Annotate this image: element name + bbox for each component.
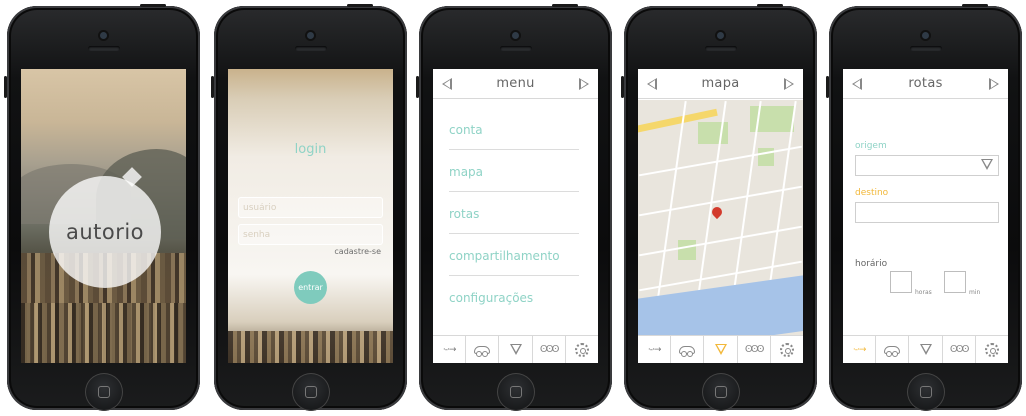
- left-triangle-icon[interactable]: [442, 78, 452, 90]
- speaker: [295, 46, 327, 51]
- funnel-icon: [981, 159, 993, 170]
- destination-input[interactable]: [855, 202, 999, 223]
- phone-splash: autorio: [4, 4, 200, 411]
- menu-item-mapa[interactable]: mapa: [449, 152, 579, 192]
- origin-dropdown[interactable]: [855, 155, 999, 176]
- car-icon: [679, 345, 696, 357]
- funnel-icon: [714, 344, 727, 355]
- tab-settings[interactable]: [976, 336, 1008, 363]
- tab-share[interactable]: ʘʘʘ: [943, 336, 976, 363]
- tab-bar: ·-·→ ʘʘʘ: [638, 335, 803, 363]
- people-icon: ʘʘʘ: [539, 344, 560, 355]
- minutes-input[interactable]: [944, 271, 966, 293]
- location-pin-icon[interactable]: [709, 204, 725, 220]
- left-triangle-icon[interactable]: [647, 78, 657, 90]
- right-triangle-icon[interactable]: [579, 78, 589, 90]
- menu-item-conta[interactable]: conta: [449, 110, 579, 150]
- password-input[interactable]: [238, 224, 383, 245]
- login-title: login: [294, 142, 327, 157]
- arrow-dots-icon: ·-·→: [442, 344, 456, 355]
- arrow-dots-icon: ·-·→: [647, 344, 661, 355]
- people-icon: ʘʘʘ: [744, 344, 765, 355]
- login-screen: login cadastre-se entrar: [228, 69, 393, 363]
- camera: [100, 32, 107, 39]
- home-button[interactable]: [497, 373, 535, 411]
- tab-share[interactable]: ʘʘʘ: [738, 336, 771, 363]
- tab-settings[interactable]: [566, 336, 598, 363]
- tab-bar: ·-·→ ʘʘʘ: [843, 335, 1008, 363]
- tab-car[interactable]: [466, 336, 500, 363]
- gear-icon: [574, 342, 589, 357]
- page-title: rotas: [908, 76, 943, 91]
- map-view[interactable]: [638, 100, 803, 335]
- origin-label: origem: [855, 141, 887, 151]
- time-label: horário: [855, 259, 888, 269]
- header: rotas: [843, 69, 1008, 99]
- speaker: [705, 46, 737, 51]
- funnel-icon: [919, 344, 932, 355]
- tab-filter[interactable]: [499, 336, 533, 363]
- hours-label: horas: [915, 289, 932, 296]
- phone-menu: menu conta mapa rotas compartilhamento c…: [416, 4, 612, 411]
- menu-item-compartilhamento[interactable]: compartilhamento: [449, 236, 579, 276]
- header: menu: [433, 69, 598, 99]
- left-triangle-icon[interactable]: [852, 78, 862, 90]
- phone-routes: rotas origem destino horário horas min ·…: [826, 4, 1022, 411]
- tab-share[interactable]: ʘʘʘ: [533, 336, 566, 363]
- car-icon: [474, 345, 491, 357]
- page-title: mapa: [701, 76, 740, 91]
- logo-badge: autorio: [49, 176, 161, 288]
- camera: [512, 32, 519, 39]
- home-button[interactable]: [702, 373, 740, 411]
- header: mapa: [638, 69, 803, 99]
- camera: [307, 32, 314, 39]
- gear-icon: [779, 342, 794, 357]
- register-link[interactable]: cadastre-se: [334, 247, 381, 256]
- tab-car[interactable]: [876, 336, 910, 363]
- tab-filter[interactable]: [909, 336, 943, 363]
- map-screen: mapa ·-·→ ʘʘʘ: [638, 69, 803, 363]
- home-button[interactable]: [907, 373, 945, 411]
- tab-car[interactable]: [671, 336, 705, 363]
- routes-screen: rotas origem destino horário horas min ·…: [843, 69, 1008, 363]
- gear-icon: [984, 342, 999, 357]
- tab-routes[interactable]: ·-·→: [843, 336, 877, 363]
- tab-settings[interactable]: [771, 336, 803, 363]
- tab-filter[interactable]: [704, 336, 738, 363]
- minutes-label: min: [969, 289, 981, 296]
- funnel-icon: [509, 344, 522, 355]
- camera: [922, 32, 929, 39]
- car-icon: [884, 345, 901, 357]
- speaker: [910, 46, 942, 51]
- menu-item-configuracoes[interactable]: configurações: [449, 278, 579, 318]
- splash-screen: autorio: [21, 69, 186, 363]
- menu-item-rotas[interactable]: rotas: [449, 194, 579, 234]
- home-button[interactable]: [85, 373, 123, 411]
- tab-routes[interactable]: ·-·→: [638, 336, 672, 363]
- speaker: [500, 46, 532, 51]
- phone-map: mapa ·-·→ ʘʘʘ: [621, 4, 817, 411]
- tab-bar: ·-·→ ʘʘʘ: [433, 335, 598, 363]
- destination-label: destino: [855, 188, 889, 198]
- menu-screen: menu conta mapa rotas compartilhamento c…: [433, 69, 598, 363]
- home-button[interactable]: [292, 373, 330, 411]
- camera: [717, 32, 724, 39]
- app-logo: autorio: [65, 220, 145, 244]
- speaker: [88, 46, 120, 51]
- username-input[interactable]: [238, 197, 383, 218]
- tab-routes[interactable]: ·-·→: [433, 336, 467, 363]
- phone-login: login cadastre-se entrar: [211, 4, 407, 411]
- right-triangle-icon[interactable]: [989, 78, 999, 90]
- ocean: [638, 274, 803, 335]
- arrow-dots-icon: ·-·→: [852, 344, 866, 355]
- hours-input[interactable]: [890, 271, 912, 293]
- right-triangle-icon[interactable]: [784, 78, 794, 90]
- page-title: menu: [496, 76, 535, 91]
- enter-button[interactable]: entrar: [294, 271, 327, 304]
- people-icon: ʘʘʘ: [949, 344, 970, 355]
